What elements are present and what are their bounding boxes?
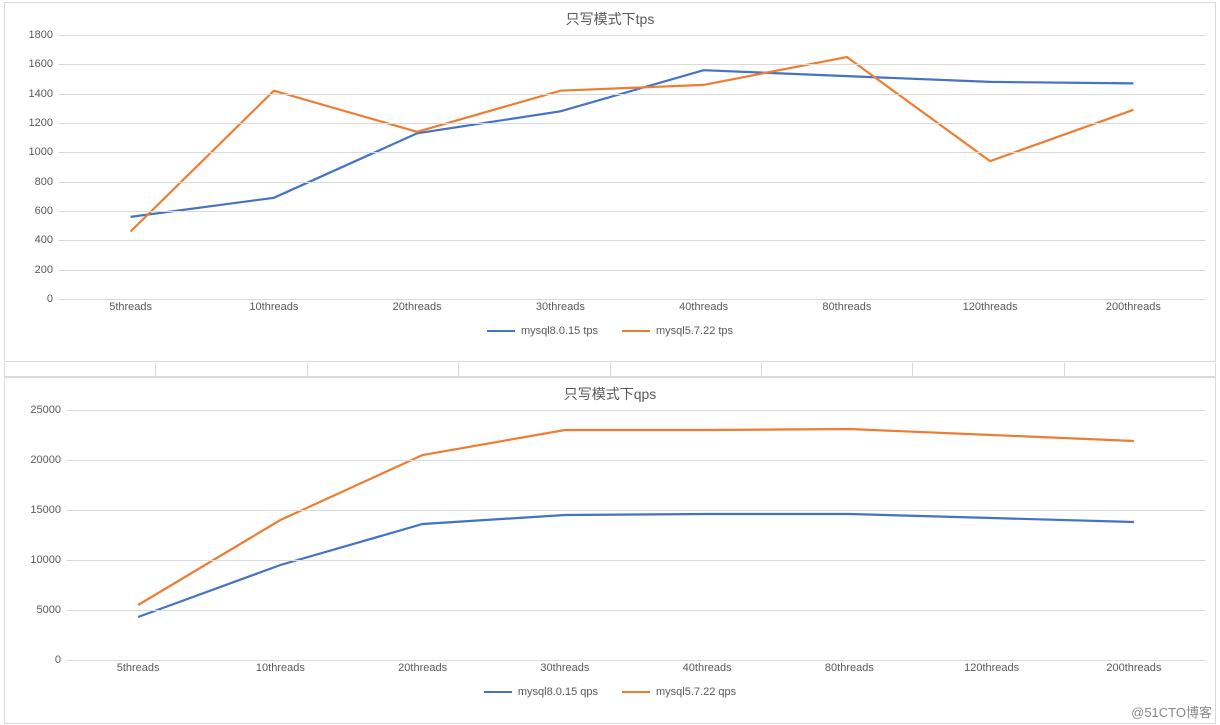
gridline xyxy=(59,211,1205,212)
series-line xyxy=(131,57,1134,232)
legend-swatch xyxy=(622,691,650,693)
legend: mysql8.0.15 qps mysql5.7.22 qps xyxy=(5,684,1215,698)
spreadsheet-grid-strip xyxy=(4,363,1216,377)
x-tick-label: 5threads xyxy=(109,301,152,313)
chart-title: 只写模式下qps xyxy=(5,378,1215,404)
y-tick-label: 400 xyxy=(35,234,59,246)
gridline xyxy=(67,460,1205,461)
legend-label: mysql5.7.22 tps xyxy=(656,325,733,337)
chart-qps: 只写模式下qps 0500010000150002000025000 5thre… xyxy=(4,377,1216,724)
y-tick-label: 1600 xyxy=(29,58,59,70)
plot-area: 020040060080010001200140016001800 5threa… xyxy=(15,35,1205,317)
x-tick-label: 20threads xyxy=(398,662,447,674)
x-tick-label: 10threads xyxy=(249,301,298,313)
gridline xyxy=(67,610,1205,611)
x-tick-label: 200threads xyxy=(1106,662,1161,674)
plot: 0500010000150002000025000 xyxy=(67,410,1205,660)
gridline xyxy=(59,152,1205,153)
y-tick-label: 0 xyxy=(47,293,59,305)
x-axis-labels: 5threads 10threads 20threads 30threads 40thr… xyxy=(59,299,1205,317)
y-tick-label: 1400 xyxy=(29,88,59,100)
gridline xyxy=(59,123,1205,124)
x-axis-labels: 5threads 10threads 20threads 30threads 40thr… xyxy=(67,660,1205,678)
legend-swatch xyxy=(622,330,650,332)
x-tick-label: 200threads xyxy=(1106,301,1161,313)
legend-item: mysql5.7.22 qps xyxy=(622,686,736,698)
x-tick-label: 20threads xyxy=(393,301,442,313)
x-tick-label: 5threads xyxy=(117,662,160,674)
series-line xyxy=(138,514,1134,617)
gridline xyxy=(59,64,1205,65)
y-tick-label: 600 xyxy=(35,205,59,217)
sheet: 只写模式下tps 0200400600800100012001400160018… xyxy=(0,0,1220,725)
legend-item: mysql5.7.22 tps xyxy=(622,325,733,337)
gridline xyxy=(59,240,1205,241)
plot: 020040060080010001200140016001800 xyxy=(59,35,1205,299)
y-tick-label: 5000 xyxy=(37,604,67,616)
legend-swatch xyxy=(487,330,515,332)
x-tick-label: 40threads xyxy=(683,662,732,674)
y-tick-label: 200 xyxy=(35,264,59,276)
gridline xyxy=(59,182,1205,183)
y-tick-label: 800 xyxy=(35,176,59,188)
y-tick-label: 1800 xyxy=(29,29,59,41)
gridline xyxy=(67,560,1205,561)
legend-item: mysql8.0.15 qps xyxy=(484,686,598,698)
watermark: @51CTO博客 xyxy=(1131,702,1212,721)
y-tick-label: 1200 xyxy=(29,117,59,129)
gridline xyxy=(59,35,1205,36)
legend-label: mysql5.7.22 qps xyxy=(656,686,736,698)
gridline xyxy=(59,270,1205,271)
y-tick-label: 15000 xyxy=(30,504,67,516)
legend-label: mysql8.0.15 qps xyxy=(518,686,598,698)
legend-item: mysql8.0.15 tps xyxy=(487,325,598,337)
gridline xyxy=(59,94,1205,95)
y-tick-label: 1000 xyxy=(29,146,59,158)
y-tick-label: 20000 xyxy=(30,454,67,466)
x-tick-label: 30threads xyxy=(540,662,589,674)
gridline xyxy=(67,410,1205,411)
chart-tps: 只写模式下tps 0200400600800100012001400160018… xyxy=(4,2,1216,362)
legend: mysql8.0.15 tps mysql5.7.22 tps xyxy=(5,323,1215,337)
legend-swatch xyxy=(484,691,512,693)
y-tick-label: 10000 xyxy=(30,554,67,566)
y-tick-label: 0 xyxy=(55,654,67,666)
plot-area: 0500010000150002000025000 5threads 10thre… xyxy=(15,410,1205,678)
legend-label: mysql8.0.15 tps xyxy=(521,325,598,337)
chart-title: 只写模式下tps xyxy=(5,3,1215,29)
x-tick-label: 120threads xyxy=(964,662,1019,674)
x-tick-label: 40threads xyxy=(679,301,728,313)
x-tick-label: 80threads xyxy=(822,301,871,313)
y-tick-label: 25000 xyxy=(30,404,67,416)
x-tick-label: 30threads xyxy=(536,301,585,313)
x-tick-label: 10threads xyxy=(256,662,305,674)
gridline xyxy=(67,510,1205,511)
x-tick-label: 80threads xyxy=(825,662,874,674)
x-tick-label: 120threads xyxy=(963,301,1018,313)
